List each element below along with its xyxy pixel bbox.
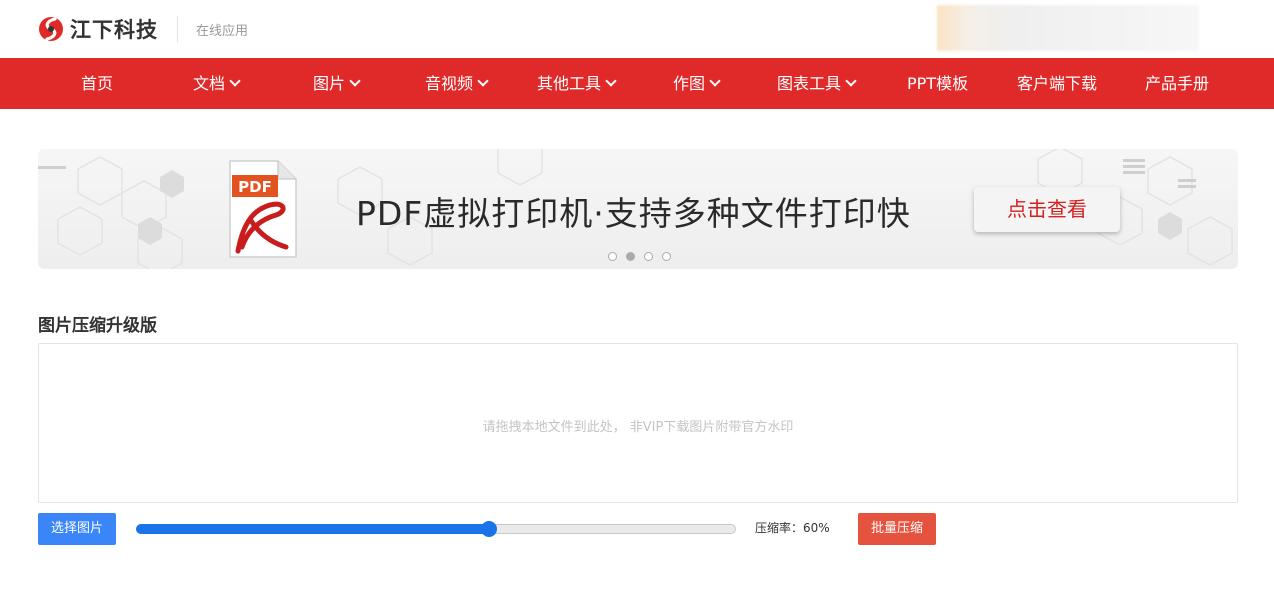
nav-item-audio-video[interactable]: 音视频 — [425, 58, 489, 109]
compression-ratio-label: 压缩率：60% — [755, 521, 830, 535]
nav-label: 客户端下载 — [1017, 74, 1098, 93]
online-apps-link[interactable]: 在线应用 — [196, 20, 248, 39]
slider-thumb[interactable] — [481, 521, 497, 537]
nav-item-drawing[interactable]: 作图 — [673, 58, 721, 109]
brand-name: 江下科技 — [70, 18, 158, 42]
nav-label: 文档 — [193, 74, 226, 93]
carousel-dot[interactable] — [608, 252, 617, 261]
file-drop-zone[interactable]: 请拖拽本地文件到此处， 非VIP下载图片附带官方水印 — [38, 343, 1238, 503]
nav-item-other-tools[interactable]: 其他工具 — [537, 58, 617, 109]
logo[interactable]: 江下科技 — [38, 14, 158, 44]
nav-item-home[interactable]: 首页 — [81, 58, 113, 109]
nav-label: 图表工具 — [777, 74, 842, 93]
chevron-down-icon — [229, 75, 241, 87]
header-divider — [177, 16, 178, 42]
section-title: 图片压缩升级版 — [38, 316, 157, 336]
nav-item-client-download[interactable]: 客户端下载 — [1017, 58, 1097, 109]
pdf-file-icon: PDF — [229, 160, 297, 258]
chevron-down-icon — [709, 75, 721, 87]
banner-title: PDF虚拟打印机·支持多种文件打印快 — [356, 194, 911, 233]
logo-icon — [39, 17, 63, 41]
main-nav: 首页 文档 图片 音视频 其他工具 作图 图表工具 PPT模板 客户端下载 产品… — [0, 58, 1274, 109]
nav-label: 产品手册 — [1145, 74, 1210, 93]
chevron-down-icon — [349, 75, 361, 87]
nav-label: 音视频 — [425, 74, 474, 93]
promo-banner[interactable]: PDF PDF虚拟打印机·支持多种文件打印快 点击查看 — [38, 149, 1238, 269]
nav-label: PPT模板 — [907, 74, 969, 93]
nav-item-chart-tools[interactable]: 图表工具 — [777, 58, 857, 109]
compression-ratio-slider[interactable] — [136, 520, 736, 538]
nav-label: 作图 — [673, 74, 706, 93]
chevron-down-icon — [845, 75, 857, 87]
nav-item-docs[interactable]: 文档 — [193, 58, 241, 109]
drop-hint-text: 请拖拽本地文件到此处， 非VIP下载图片附带官方水印 — [482, 420, 794, 435]
carousel-dots — [608, 252, 671, 261]
site-header: 江下科技 在线应用 — [0, 0, 1274, 58]
nav-label: 图片 — [313, 74, 346, 93]
banner-view-button[interactable]: 点击查看 — [974, 187, 1120, 232]
chevron-down-icon — [477, 75, 489, 87]
batch-compress-button[interactable]: 批量压缩 — [858, 513, 936, 545]
nav-label: 其他工具 — [537, 74, 602, 93]
nav-item-images[interactable]: 图片 — [313, 58, 361, 109]
blurred-ad-banner[interactable] — [937, 5, 1199, 51]
carousel-dot[interactable] — [644, 252, 653, 261]
chevron-down-icon — [605, 75, 617, 87]
carousel-dot[interactable] — [662, 252, 671, 261]
nav-item-manual[interactable]: 产品手册 — [1145, 58, 1209, 109]
slider-fill — [136, 524, 489, 534]
nav-label: 首页 — [81, 74, 114, 93]
carousel-dot-active[interactable] — [626, 252, 635, 261]
select-image-button[interactable]: 选择图片 — [38, 513, 116, 545]
nav-item-ppt-templates[interactable]: PPT模板 — [907, 58, 968, 109]
svg-text:PDF: PDF — [238, 178, 272, 196]
